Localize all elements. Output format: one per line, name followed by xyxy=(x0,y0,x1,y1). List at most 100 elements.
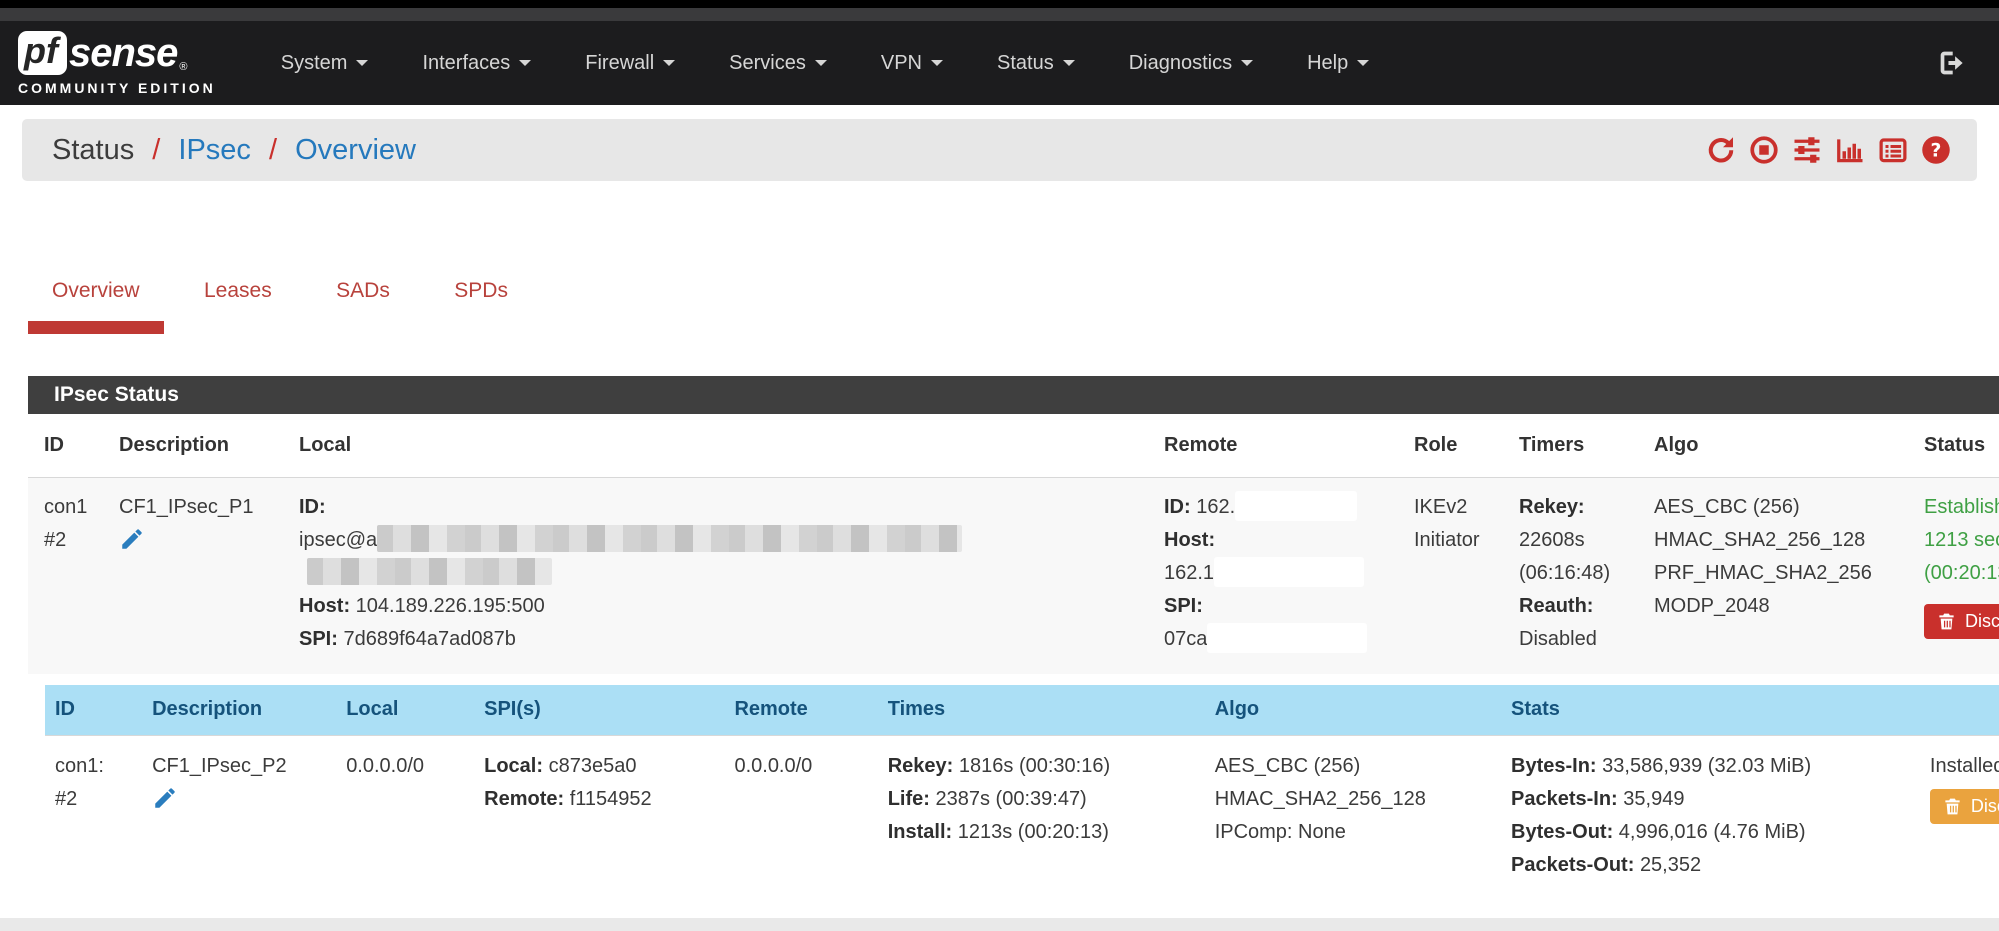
tab-overview[interactable]: Overview xyxy=(28,279,164,334)
child-description-cell: CF1_IPsec_P2 xyxy=(142,735,336,902)
ike-description: CF1_IPsec_P1 xyxy=(119,491,275,524)
col-local: Local xyxy=(283,414,1148,478)
ike-header-row: ID Description Local Remote Role Timers … xyxy=(28,414,1999,478)
brand-subtitle: COMMUNITY EDITION xyxy=(18,80,216,96)
ike-role-cell: IKEv2 Initiator xyxy=(1398,478,1503,675)
chevron-down-icon xyxy=(356,60,368,66)
col-algo: Algo xyxy=(1205,685,1501,735)
chevron-down-icon xyxy=(1357,60,1369,66)
ike-row: con1 #2 CF1_IPsec_P1 ID: ipsec@a Host: 1… xyxy=(28,478,1999,675)
help-icon[interactable]: ? xyxy=(1921,135,1951,165)
child-description: CF1_IPsec_P2 xyxy=(152,750,328,783)
list-icon[interactable] xyxy=(1878,135,1908,165)
col-stats: Stats xyxy=(1501,685,1920,735)
bar-chart-icon[interactable] xyxy=(1835,135,1865,165)
breadcrumb-actions: ? xyxy=(1706,135,1951,165)
nav-item-firewall[interactable]: Firewall xyxy=(558,42,702,85)
nav-item-diagnostics[interactable]: Diagnostics xyxy=(1102,42,1280,85)
col-timers: Timers xyxy=(1503,414,1638,478)
col-id: ID xyxy=(45,685,142,735)
col-algo: Algo xyxy=(1638,414,1908,478)
breadcrumb-link-ipsec[interactable]: IPsec xyxy=(178,134,251,166)
tab-sads[interactable]: SADs xyxy=(312,279,414,321)
col-role: Role xyxy=(1398,414,1503,478)
col-status-actions xyxy=(1920,685,1999,735)
brand-registered-mark: ® xyxy=(179,61,187,73)
child-status-text: Installed xyxy=(1930,750,1999,783)
ike-timers-cell: Rekey: 22608s (06:16:48) Reauth: Disable… xyxy=(1503,478,1638,675)
child-algo-cell: AES_CBC (256) HMAC_SHA2_256_128 IPComp: … xyxy=(1205,735,1501,902)
panel-title: IPsec Status xyxy=(28,376,1999,414)
nav-item-help[interactable]: Help xyxy=(1280,42,1396,85)
col-spis: SPI(s) xyxy=(474,685,724,735)
top-strip xyxy=(0,0,1999,8)
svg-text:?: ? xyxy=(1931,141,1942,162)
disconnect-button[interactable]: Disconnect xyxy=(1924,604,1999,639)
ike-description-cell: CF1_IPsec_P1 xyxy=(103,478,283,675)
disconnect-child-button[interactable]: Disconnect xyxy=(1930,789,1999,824)
edit-pencil-icon[interactable] xyxy=(152,785,178,822)
brand-pf-badge: pf xyxy=(18,31,67,75)
breadcrumb-separator: / xyxy=(152,134,160,166)
ipsec-status-panel: IPsec Status ID Description Local Remote… xyxy=(28,376,1999,902)
sign-out-icon[interactable] xyxy=(1935,46,1969,80)
child-remote-cell: 0.0.0.0/0 xyxy=(724,735,877,902)
nav-item-interfaces[interactable]: Interfaces xyxy=(395,42,558,85)
col-local: Local xyxy=(336,685,474,735)
ike-id-cell: con1 #2 xyxy=(28,478,103,675)
child-stats-cell: Bytes-In: 33,586,939 (32.03 MiB) Packets… xyxy=(1501,735,1920,902)
redacted-value xyxy=(377,525,962,552)
nav-item-services[interactable]: Services xyxy=(702,42,854,85)
nav-item-vpn[interactable]: VPN xyxy=(854,42,970,85)
child-sa-table: ID Description Local SPI(s) Remote Times… xyxy=(45,685,1999,902)
child-sa-row-container: ID Description Local SPI(s) Remote Times… xyxy=(28,674,1999,902)
breadcrumb-separator: / xyxy=(269,134,277,166)
child-sa-header-row: ID Description Local SPI(s) Remote Times… xyxy=(45,685,1999,735)
breadcrumb-link-overview[interactable]: Overview xyxy=(295,134,416,166)
col-description: Description xyxy=(142,685,336,735)
child-id-cell: con1: #2 xyxy=(45,735,142,902)
refresh-icon[interactable] xyxy=(1706,135,1736,165)
chevron-down-icon xyxy=(931,60,943,66)
chevron-down-icon xyxy=(1241,60,1253,66)
nav-item-status[interactable]: Status xyxy=(970,42,1102,85)
chevron-down-icon xyxy=(519,60,531,66)
page: pf sense ® COMMUNITY EDITION System Inte… xyxy=(0,0,1999,931)
tab-spds[interactable]: SPDs xyxy=(430,279,532,321)
stop-icon[interactable] xyxy=(1749,135,1779,165)
top-strip-secondary xyxy=(0,8,1999,21)
child-status-cell: Installed Disconnect xyxy=(1920,735,1999,902)
chevron-down-icon xyxy=(1063,60,1075,66)
ike-algo-cell: AES_CBC (256) HMAC_SHA2_256_128 PRF_HMAC… xyxy=(1638,478,1908,675)
trash-icon xyxy=(1943,797,1962,816)
child-times-cell: Rekey: 1816s (00:30:16) Life: 2387s (00:… xyxy=(878,735,1205,902)
ike-table: ID Description Local Remote Role Timers … xyxy=(28,414,1999,902)
redacted-value xyxy=(307,558,552,585)
col-times: Times xyxy=(878,685,1205,735)
redacted-value xyxy=(1207,623,1367,653)
ike-local-cell: ID: ipsec@a Host: 104.189.226.195:500 SP… xyxy=(283,478,1148,675)
col-remote: Remote xyxy=(1148,414,1398,478)
pfsense-logo[interactable]: pf sense ® COMMUNITY EDITION xyxy=(18,31,216,96)
brand-name: sense xyxy=(69,33,177,73)
nav-item-system[interactable]: System xyxy=(254,42,396,85)
page-background-strip xyxy=(0,918,1999,931)
breadcrumb: Status / IPsec / Overview ? xyxy=(22,119,1977,181)
tab-leases[interactable]: Leases xyxy=(180,279,296,321)
trash-icon xyxy=(1937,612,1956,631)
ike-status-text: Established 1213 seconds (00:20:13) xyxy=(1924,491,1999,590)
redacted-value xyxy=(1235,491,1357,521)
chevron-down-icon xyxy=(815,60,827,66)
col-status: Status xyxy=(1908,414,1999,478)
sliders-icon[interactable] xyxy=(1792,135,1822,165)
ike-status-cell: Established 1213 seconds (00:20:13) Disc… xyxy=(1908,478,1999,675)
child-sa-row: con1: #2 CF1_IPsec_P2 xyxy=(45,735,1999,902)
ike-remote-cell: ID: 162. Host: 162.1 SPI: 07ca xyxy=(1148,478,1398,675)
col-remote: Remote xyxy=(724,685,877,735)
ipsec-tabs: Overview Leases SADs SPDs xyxy=(28,279,1999,334)
child-local-cell: 0.0.0.0/0 xyxy=(336,735,474,902)
navbar: pf sense ® COMMUNITY EDITION System Inte… xyxy=(0,21,1999,105)
chevron-down-icon xyxy=(663,60,675,66)
child-spis-cell: Local: c873e5a0 Remote: f1154952 xyxy=(474,735,724,902)
edit-pencil-icon[interactable] xyxy=(119,526,145,563)
